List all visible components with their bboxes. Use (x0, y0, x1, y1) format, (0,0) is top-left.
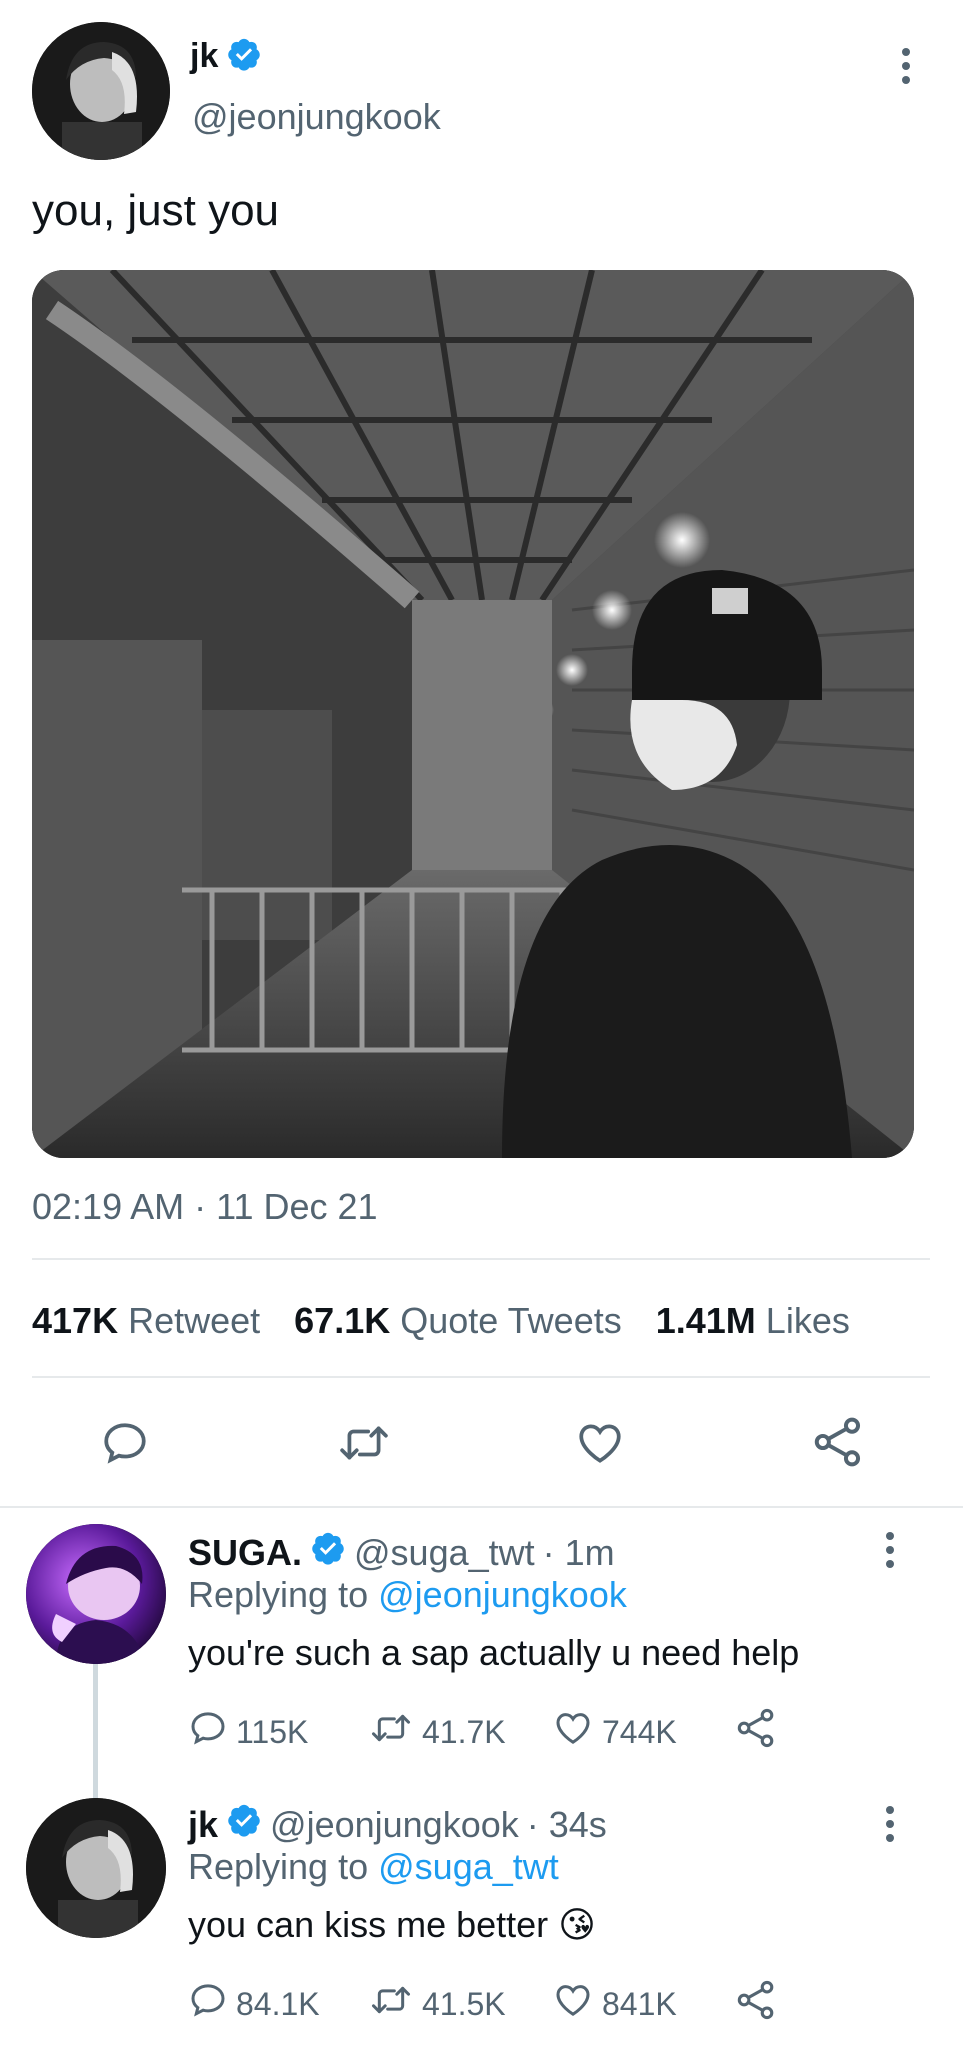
verified-badge-icon (226, 1802, 262, 1847)
retweets-label: Retweet (128, 1300, 261, 1341)
author-handle[interactable]: @jeonjungkook (192, 96, 441, 138)
retweet-count-value: 41.7K (422, 1713, 506, 1750)
more-options-icon[interactable] (884, 1532, 896, 1568)
share-icon[interactable] (810, 1414, 866, 1470)
reply-handle[interactable]: @suga_twt (354, 1532, 535, 1574)
like-count[interactable]: 744K (552, 1708, 677, 1756)
reply-time[interactable]: · 34s (527, 1804, 607, 1846)
retweets-stat[interactable]: 417K Retweet (32, 1300, 260, 1342)
like-icon (552, 1708, 594, 1756)
share-icon (734, 1706, 778, 1758)
reply-count[interactable]: 115K (188, 1708, 308, 1756)
reply-avatar[interactable] (26, 1798, 166, 1938)
verified-badge-icon (226, 36, 262, 77)
quotes-label: Quote Tweets (400, 1300, 622, 1341)
reply-count-value: 115K (236, 1713, 309, 1750)
reply-icon[interactable] (100, 1418, 150, 1468)
reply-display-name[interactable]: jk (188, 1804, 218, 1846)
replying-to-label: Replying to (188, 1574, 369, 1615)
likes-label: Likes (765, 1300, 850, 1341)
replying-to-link[interactable]: @suga_twt (378, 1846, 559, 1887)
quotes-count: 67.1K (294, 1300, 391, 1341)
divider (32, 1258, 930, 1260)
kissing-face-emoji: 😘 (558, 1905, 596, 1946)
more-options-icon[interactable] (900, 48, 912, 84)
divider (32, 1376, 930, 1378)
like-count-value: 841K (602, 1985, 677, 2022)
retweet-icon (368, 1708, 414, 1756)
reply-avatar[interactable] (26, 1524, 166, 1664)
tweet-text: you, just you (32, 186, 280, 235)
like-count-value: 744K (602, 1713, 677, 1750)
divider (0, 1506, 963, 1508)
retweet-count-value: 41.5K (422, 1985, 506, 2022)
quotes-stat[interactable]: 67.1K Quote Tweets (294, 1300, 622, 1342)
more-options-icon[interactable] (884, 1806, 896, 1842)
reply-icon (188, 1980, 228, 2028)
reply-handle[interactable]: @jeonjungkook (270, 1804, 519, 1846)
share-icon (734, 1978, 778, 2030)
tweet-stats: 417K Retweet 67.1K Quote Tweets 1.41M Li… (32, 1300, 850, 1342)
share-button[interactable] (734, 1706, 778, 1758)
retweets-count: 417K (32, 1300, 119, 1341)
author-avatar[interactable] (32, 22, 170, 160)
reply-icon (188, 1708, 228, 1756)
reply-count[interactable]: 84.1K (188, 1980, 320, 2028)
tweet-timestamp[interactable]: 02:19 AM · 11 Dec 21 (32, 1186, 378, 1228)
reply-count-value: 84.1K (236, 1985, 320, 2022)
reply-time[interactable]: · 1m (543, 1532, 615, 1574)
retweet-count[interactable]: 41.5K (368, 1980, 506, 2028)
likes-stat[interactable]: 1.41M Likes (656, 1300, 850, 1342)
retweet-count[interactable]: 41.7K (368, 1708, 506, 1756)
like-count[interactable]: 841K (552, 1980, 677, 2028)
replying-to-label: Replying to (188, 1846, 369, 1887)
reply-text: you're such a sap actually u need help (188, 1632, 800, 1673)
author-display-name[interactable]: jk (190, 37, 218, 76)
like-icon (552, 1980, 594, 2028)
retweet-icon (368, 1980, 414, 2028)
replying-to-link[interactable]: @jeonjungkook (378, 1574, 627, 1615)
tweet-photo[interactable] (32, 270, 914, 1158)
verified-badge-icon (310, 1530, 346, 1575)
likes-count: 1.41M (655, 1300, 756, 1341)
retweet-icon[interactable] (336, 1418, 392, 1468)
reply-text: you can kiss me better (188, 1904, 549, 1945)
like-icon[interactable] (574, 1418, 626, 1468)
thread-line (93, 1662, 98, 1802)
share-button[interactable] (734, 1978, 778, 2030)
reply-display-name[interactable]: SUGA. (188, 1532, 302, 1574)
